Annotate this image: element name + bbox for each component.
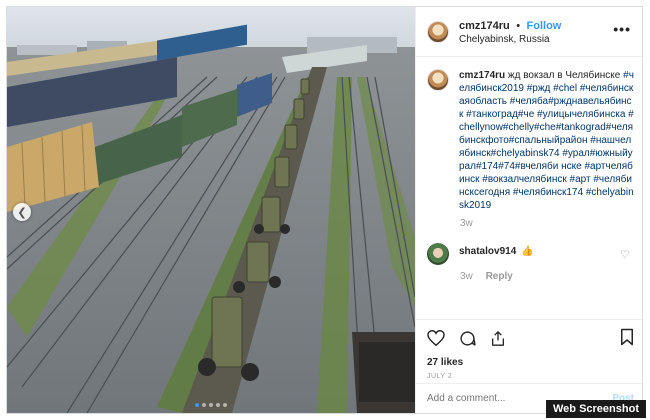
chevron-left-icon[interactable]: ❮ (13, 203, 31, 221)
instagram-post-card: ❮ cmz174ru • Follow Chelyabinsk, Russia … (6, 6, 643, 414)
caption-username[interactable]: cmz174ru (459, 70, 505, 81)
heart-icon[interactable] (427, 330, 445, 346)
post-date: JULY 2 (427, 373, 453, 380)
avatar[interactable] (427, 20, 449, 43)
post-photo[interactable]: ❮ (7, 7, 415, 413)
reply-button[interactable]: Reply (486, 271, 513, 282)
carousel-dot (195, 403, 199, 407)
username-link[interactable]: cmz174ru (459, 20, 510, 32)
caption-text: жд вокзал в Челябинске (507, 70, 621, 81)
more-horizontal-icon[interactable]: ••• (613, 21, 631, 37)
caption-row: cmz174ru жд вокзал в Челябинске #челябин… (427, 69, 634, 212)
action-icons (427, 328, 634, 348)
caption: cmz174ru жд вокзал в Челябинске #челябин… (459, 69, 634, 212)
carousel-dots (7, 403, 415, 407)
comment-icon[interactable] (459, 330, 476, 347)
carousel-dot (223, 403, 227, 407)
thumbs-up-emoji: 👍 (521, 246, 534, 257)
likes-count[interactable]: 27 likes (427, 357, 634, 368)
carousel-dot (216, 403, 220, 407)
comment-meta: 3w Reply (460, 271, 634, 282)
railway-yard-image (7, 7, 415, 413)
comment-row: shatalov914 👍 ♡ (427, 243, 634, 265)
share-icon[interactable] (490, 330, 506, 347)
bookmark-icon[interactable] (620, 328, 634, 351)
header-text: cmz174ru • Follow Chelyabinsk, Russia (459, 18, 561, 46)
carousel-dot (202, 403, 206, 407)
comments-area: cmz174ru жд вокзал в Челябинске #челябин… (416, 57, 642, 319)
comment-age: 3w (460, 271, 473, 282)
caption-hashtags[interactable]: #челябинск2019 #ржд #chel #челябинскаяоб… (459, 70, 634, 211)
heart-outline-icon[interactable]: ♡ (620, 248, 630, 261)
separator-dot: • (516, 19, 521, 32)
avatar[interactable] (427, 69, 449, 91)
comment-username[interactable]: shatalov914 (459, 246, 516, 257)
caption-age: 3w (460, 218, 473, 229)
post-side-panel: cmz174ru • Follow Chelyabinsk, Russia ••… (415, 7, 642, 413)
follow-button[interactable]: Follow (527, 20, 562, 32)
avatar[interactable] (427, 243, 449, 265)
watermark-label: Web Screenshot (546, 400, 646, 418)
action-bar: 27 likes JULY 2 (416, 319, 642, 380)
location-link[interactable]: Chelyabinsk, Russia (459, 33, 561, 46)
carousel-dot (209, 403, 213, 407)
comment-body: shatalov914 👍 (459, 246, 534, 265)
post-header: cmz174ru • Follow Chelyabinsk, Russia ••… (416, 7, 642, 57)
